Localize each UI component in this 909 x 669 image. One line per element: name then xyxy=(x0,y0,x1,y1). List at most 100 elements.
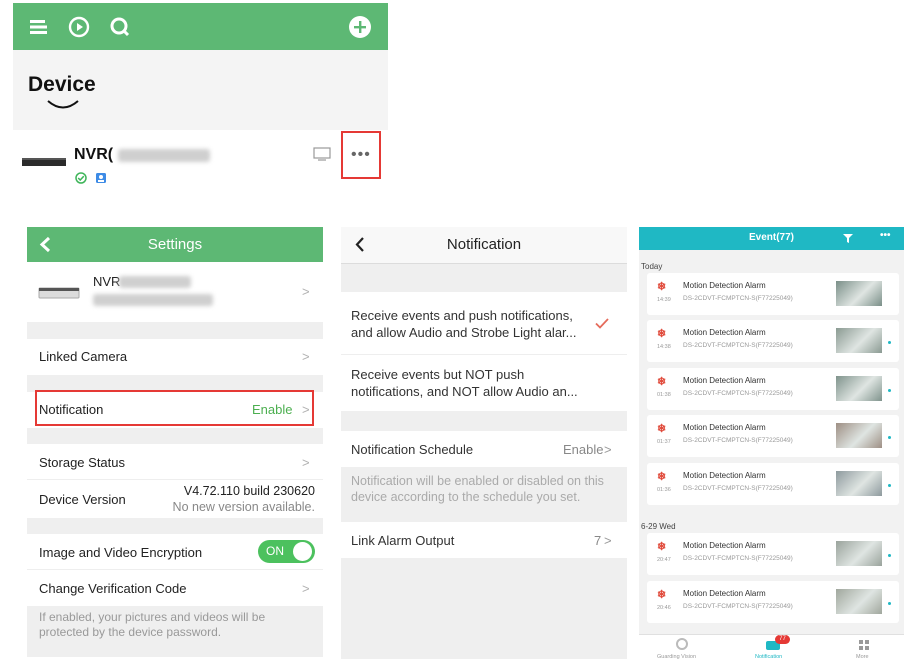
events-title: Event(77) xyxy=(748,232,794,243)
change-verification-code-label: Change Verification Code xyxy=(39,581,187,596)
guarding-vision-icon[interactable] xyxy=(676,638,688,650)
redacted-serial xyxy=(93,294,213,306)
device-name: NVR( xyxy=(74,146,114,163)
checkmark-icon xyxy=(595,318,609,329)
toggle-knob xyxy=(293,542,312,561)
event-title: Motion Detection Alarm xyxy=(683,376,766,385)
linked-camera-row[interactable]: Linked Camera > xyxy=(27,339,323,375)
change-verification-code-row[interactable]: Change Verification Code > xyxy=(27,570,323,606)
option-text: Receive events and push notifications, a… xyxy=(351,307,577,341)
event-item[interactable]: ❄ Motion Detection Alarm 01:38 DS-2CDVT-FCM… xyxy=(647,368,899,410)
smile-decoration xyxy=(47,100,79,109)
add-device-icon[interactable] xyxy=(348,15,372,39)
device-name: NVR xyxy=(93,274,121,289)
option-text: Receive events but NOT push notification… xyxy=(351,366,578,400)
event-item[interactable]: ❄ Motion Detection Alarm 20:47 DS-2CDVT-FCM… xyxy=(647,533,899,575)
footnote-line: protected by the device password. xyxy=(39,625,222,639)
device-version-label: Device Version xyxy=(39,492,126,507)
notification-schedule-row[interactable]: Notification Schedule Enable > xyxy=(341,431,627,467)
device-version-row[interactable]: Device Version V4.72.110 build 230620 No… xyxy=(27,480,323,518)
notification-panel: Notification Receive events and push not… xyxy=(341,227,627,659)
notification-badge: 77 xyxy=(775,635,790,644)
more-options-icon[interactable]: ••• xyxy=(880,230,891,241)
motion-alarm-icon: ❄ xyxy=(657,471,667,483)
event-item[interactable]: ❄ Motion Detection Alarm 01:36 DS-2CDVT-FCM… xyxy=(647,463,899,505)
link-alarm-output-label: Link Alarm Output xyxy=(351,533,455,548)
motion-alarm-icon: ❄ xyxy=(657,376,667,388)
event-time: 20:47 xyxy=(657,557,671,563)
page-title: Device xyxy=(28,73,96,96)
motion-alarm-icon: ❄ xyxy=(657,541,667,553)
event-device: DS-2CDVT-FCMPTCN-S(F77225049) xyxy=(683,390,793,397)
event-title: Motion Detection Alarm xyxy=(683,589,766,598)
event-time: 01:36 xyxy=(657,487,671,493)
event-title: Motion Detection Alarm xyxy=(683,281,766,290)
chevron-right-icon: > xyxy=(604,533,612,548)
encryption-row: Image and Video Encryption ON xyxy=(27,534,323,570)
footnote-line: Notification will be enabled or disabled… xyxy=(351,474,604,488)
nvr-device-icon xyxy=(22,158,66,166)
motion-alarm-icon: ❄ xyxy=(657,423,667,435)
event-thumbnail[interactable] xyxy=(836,423,882,448)
linked-camera-label: Linked Camera xyxy=(39,349,128,364)
event-time: 14:39 xyxy=(657,297,671,303)
event-item[interactable]: ❄ Motion Detection Alarm 14:39 DS-2CDVT-FCM… xyxy=(647,273,899,315)
storage-status-row[interactable]: Storage Status > xyxy=(27,444,323,480)
live-view-icon[interactable] xyxy=(313,147,331,161)
playback-icon[interactable] xyxy=(67,15,91,39)
event-device: DS-2CDVT-FCMPTCN-S(F77225049) xyxy=(683,342,793,349)
event-thumbnail[interactable] xyxy=(836,376,882,401)
event-item[interactable]: ❄ Motion Detection Alarm 14:38 DS-2CDVT-FCM… xyxy=(647,320,899,362)
event-device: DS-2CDVT-FCMPTCN-S(F77225049) xyxy=(683,437,793,444)
share-user-icon xyxy=(96,173,106,183)
filter-icon[interactable] xyxy=(842,233,854,244)
link-alarm-output-row[interactable]: Link Alarm Output 7 > xyxy=(341,522,627,558)
section-today: Today xyxy=(641,262,663,271)
unread-dot xyxy=(888,602,891,605)
toggle-on-label: ON xyxy=(266,544,284,558)
more-options-icon[interactable]: ••• xyxy=(351,146,371,164)
event-title: Motion Detection Alarm xyxy=(683,541,766,550)
footnote-line: device according to the schedule you set… xyxy=(351,490,581,504)
more-grid-icon[interactable] xyxy=(858,639,870,651)
event-device: DS-2CDVT-FCMPTCN-S(F77225049) xyxy=(683,603,793,610)
event-item[interactable]: ❄ Motion Detection Alarm 20:46 DS-2CDVT-FCM… xyxy=(647,581,899,623)
device-version-value: V4.72.110 build 230620 xyxy=(183,484,315,498)
nvr-device-icon xyxy=(38,287,80,299)
encryption-toggle[interactable]: ON xyxy=(258,540,315,563)
unread-dot xyxy=(888,341,891,344)
event-thumbnail[interactable] xyxy=(836,471,882,496)
chevron-right-icon: > xyxy=(302,284,310,299)
encryption-label: Image and Video Encryption xyxy=(39,545,203,560)
event-time: 01:37 xyxy=(657,439,671,445)
bottom-nav: Guarding Vision 77 Notification More xyxy=(639,634,904,662)
schedule-footnote: Notification will be enabled or disabled… xyxy=(351,473,604,505)
search-icon[interactable] xyxy=(108,15,132,39)
push-notification-option[interactable]: Receive events and push notifications, a… xyxy=(341,292,627,355)
encryption-footnote: If enabled, your pictures and videos wil… xyxy=(39,610,265,640)
motion-alarm-icon: ❄ xyxy=(657,589,667,601)
online-status-icon xyxy=(75,172,87,184)
section-date: 6-29 Wed xyxy=(641,522,676,531)
redacted-serial xyxy=(119,276,191,288)
option-line: Receive events but NOT push xyxy=(351,367,525,382)
settings-panel: Settings NVR > Linked Camera > Notificat… xyxy=(27,227,323,657)
event-thumbnail[interactable] xyxy=(836,328,882,353)
notification-row-highlight xyxy=(35,390,314,426)
device-version-note: No new version available. xyxy=(172,500,315,514)
nav-guarding-vision-label: Guarding Vision xyxy=(657,654,697,660)
menu-icon[interactable] xyxy=(28,15,52,39)
event-thumbnail[interactable] xyxy=(836,589,882,614)
footnote-line: If enabled, your pictures and videos wil… xyxy=(39,610,266,624)
event-title: Motion Detection Alarm xyxy=(683,423,766,432)
device-info-row[interactable]: NVR > xyxy=(27,262,323,322)
notification-title: Notification xyxy=(446,236,522,253)
event-item[interactable]: ❄ Motion Detection Alarm 01:37 DS-2CDVT-FCM… xyxy=(647,415,899,457)
motion-alarm-icon: ❄ xyxy=(657,281,667,293)
event-thumbnail[interactable] xyxy=(836,281,882,306)
nav-more-label: More xyxy=(856,654,869,660)
event-thumbnail[interactable] xyxy=(836,541,882,566)
unread-dot xyxy=(888,436,891,439)
no-push-notification-option[interactable]: Receive events but NOT push notification… xyxy=(341,355,627,411)
chevron-right-icon: > xyxy=(604,442,612,457)
